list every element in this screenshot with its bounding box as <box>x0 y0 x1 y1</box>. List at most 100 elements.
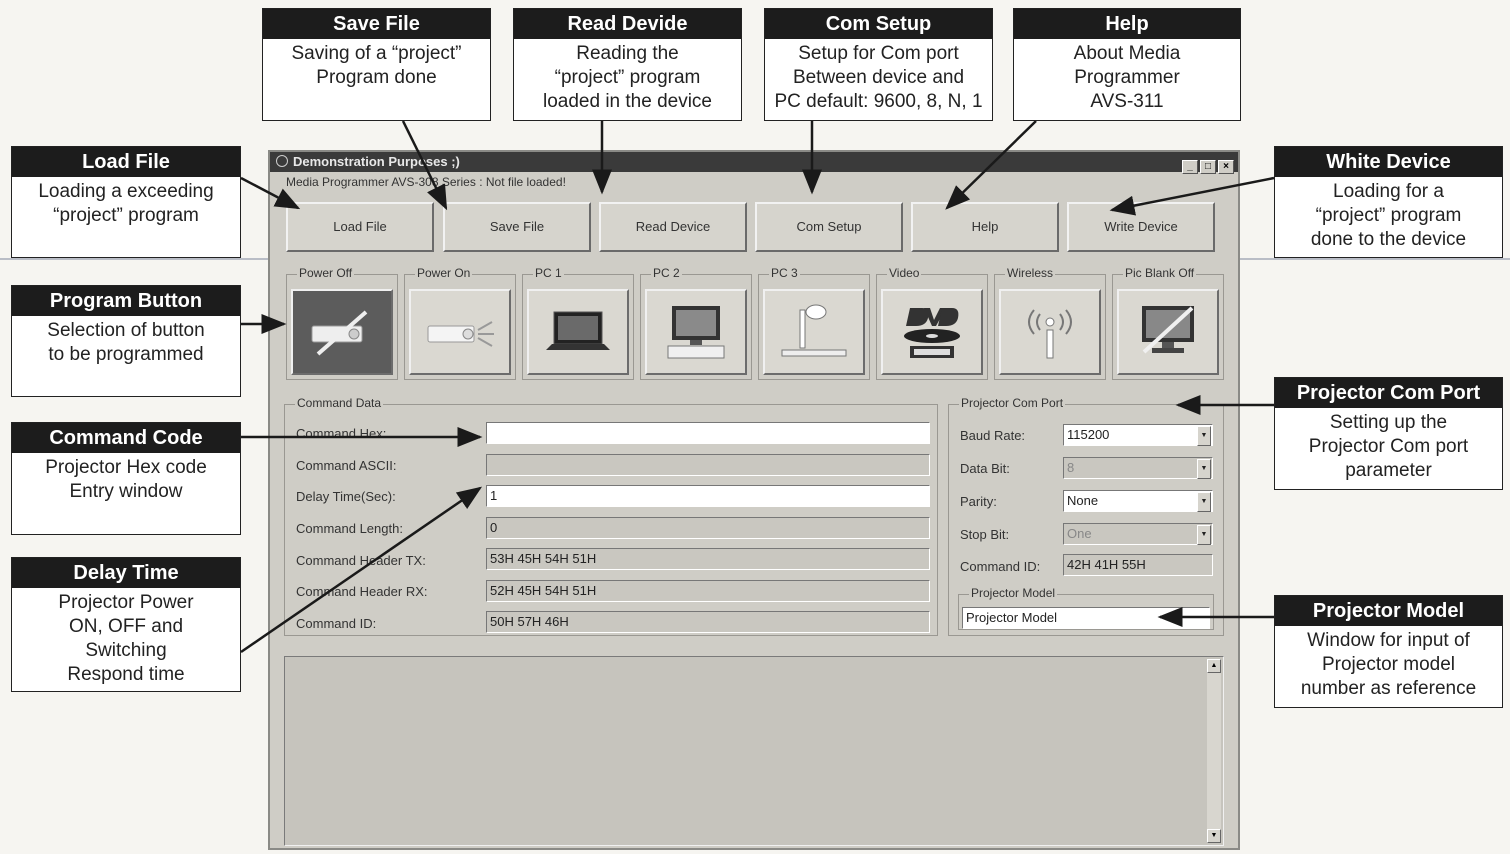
stop-bit-select[interactable]: One ▼ <box>1063 523 1213 545</box>
desktop-pc-icon <box>667 306 725 359</box>
dropdown-arrow-icon[interactable]: ▼ <box>1197 459 1211 479</box>
program-button-wireless[interactable] <box>999 289 1101 375</box>
callout-body: Loading a exceeding “project” program <box>38 181 214 226</box>
status-text: Media Programmer AVS-308 Series : Not fi… <box>286 175 566 189</box>
maximize-button[interactable]: □ <box>1200 160 1216 174</box>
callout-title: Projector Com Port <box>1275 378 1502 408</box>
scroll-down-icon[interactable]: ▼ <box>1207 829 1221 843</box>
stop-bit-value: One <box>1067 526 1092 541</box>
callout-load-file: Load File Loading a exceeding “project” … <box>11 146 241 258</box>
callout-projector-model: Projector Model Window for input of Proj… <box>1274 595 1503 708</box>
command-hex-label: Command Hex: <box>296 426 387 441</box>
monitor-off-icon <box>1142 306 1194 354</box>
callout-save-file: Save File Saving of a “project” Program … <box>262 8 491 121</box>
command-header-tx-label: Command Header TX: <box>296 553 426 568</box>
load-file-button[interactable]: Load File <box>286 202 434 252</box>
program-label: Pic Blank Off <box>1123 266 1197 280</box>
program-button-video[interactable] <box>881 289 983 375</box>
dropdown-arrow-icon[interactable]: ▼ <box>1197 426 1211 446</box>
command-length-field: 0 <box>486 517 930 539</box>
parity-select[interactable]: None ▼ <box>1063 490 1213 512</box>
callout-write-device: White Device Loading for a “project” pro… <box>1274 146 1503 258</box>
program-button-pc1[interactable] <box>527 289 629 375</box>
callout-title: Program Button <box>12 286 240 316</box>
projector-off-icon <box>311 310 368 356</box>
stop-bit-label: Stop Bit: <box>960 527 1010 542</box>
command-hex-input[interactable] <box>486 422 930 444</box>
command-length-label: Command Length: <box>296 521 403 536</box>
program-label: Video <box>887 266 922 280</box>
data-bit-value: 8 <box>1067 460 1075 475</box>
program-button-pc3[interactable] <box>763 289 865 375</box>
projector-model-title: Projector Model <box>969 586 1058 600</box>
command-ascii-label: Command ASCII: <box>296 458 397 473</box>
help-button[interactable]: Help <box>911 202 1059 252</box>
app-icon <box>276 155 288 167</box>
write-device-button[interactable]: Write Device <box>1067 202 1215 252</box>
program-label: PC 3 <box>769 266 800 280</box>
projector-model-input[interactable]: Projector Model <box>962 607 1210 629</box>
program-group-power-on: Power On <box>404 266 516 380</box>
command-data-title: Command Data <box>295 396 384 410</box>
delay-time-input[interactable]: 1 <box>486 485 930 507</box>
dropdown-arrow-icon[interactable]: ▼ <box>1197 525 1211 545</box>
parity-value: None <box>1067 493 1099 508</box>
command-id-label: Command ID: <box>296 616 377 631</box>
com-setup-button[interactable]: Com Setup <box>755 202 903 252</box>
data-bit-select[interactable]: 8 ▼ <box>1063 457 1213 479</box>
document-camera-icon <box>781 304 847 357</box>
program-label: Power On <box>415 266 473 280</box>
com-command-id-field: 42H 41H 55H <box>1063 554 1213 576</box>
command-id-field: 50H 57H 46H <box>486 611 930 633</box>
close-button[interactable]: × <box>1218 160 1234 174</box>
command-header-rx-label: Command Header RX: <box>296 584 428 599</box>
program-group-video: Video <box>876 266 988 380</box>
media-programmer-window: Demonstration Purposes ;) _ □ × Media Prog… <box>268 150 1240 850</box>
log-scrollbar[interactable]: ▲ ▼ <box>1207 659 1221 843</box>
callout-body: Reading the “project” program loaded in … <box>542 43 712 112</box>
dvd-video-icon <box>904 308 960 358</box>
window-title: Demonstration Purposes ;) <box>293 154 460 169</box>
callout-title: Save File <box>263 9 490 39</box>
callout-body: Saving of a “project” Program done <box>291 43 462 88</box>
projector-on-icon <box>427 321 494 347</box>
program-group-power-off: Power Off <box>286 266 398 380</box>
callout-body: About Media Programmer AVS-311 <box>1073 43 1181 112</box>
program-group-wireless: Wireless <box>994 266 1106 380</box>
callout-body: Loading for a “project” program done to … <box>1310 181 1467 250</box>
program-button-pc2[interactable] <box>645 289 747 375</box>
program-label: Wireless <box>1005 266 1056 280</box>
callout-body: Setting up the Projector Com port parame… <box>1308 412 1469 481</box>
callout-title: Projector Model <box>1275 596 1502 626</box>
dropdown-arrow-icon[interactable]: ▼ <box>1197 492 1211 512</box>
wireless-icon <box>1028 309 1072 359</box>
save-file-button[interactable]: Save File <box>443 202 591 252</box>
callout-body: Projector Power ON, OFF and Switching Re… <box>58 592 194 685</box>
callout-title: Com Setup <box>765 9 992 39</box>
delay-time-label: Delay Time(Sec): <box>296 489 396 504</box>
program-button-pic-blank-off[interactable] <box>1117 289 1219 375</box>
callout-body: Selection of button to be programmed <box>47 320 205 365</box>
callout-title: White Device <box>1275 147 1502 177</box>
baud-rate-select[interactable]: 115200 ▼ <box>1063 424 1213 446</box>
log-output-area[interactable]: ▲ ▼ <box>284 656 1224 846</box>
callout-body: Setup for Com port Between device and PC… <box>774 43 983 112</box>
callout-title: Read Devide <box>514 9 741 39</box>
program-group-pc1: PC 1 <box>522 266 634 380</box>
program-group-pc3: PC 3 <box>758 266 870 380</box>
program-button-power-on[interactable] <box>409 289 511 375</box>
program-label: PC 2 <box>651 266 682 280</box>
callout-title: Help <box>1014 9 1240 39</box>
scroll-up-icon[interactable]: ▲ <box>1207 659 1221 673</box>
callout-help: Help About Media Programmer AVS-311 <box>1013 8 1241 121</box>
read-device-button[interactable]: Read Device <box>599 202 747 252</box>
parity-label: Parity: <box>960 494 997 509</box>
callout-delay-time: Delay Time Projector Power ON, OFF and S… <box>11 557 241 692</box>
laptop-icon <box>546 311 610 350</box>
program-button-power-off[interactable] <box>291 289 393 375</box>
callout-program-button: Program Button Selection of button to be… <box>11 285 241 397</box>
program-group-pic-blank-off: Pic Blank Off <box>1112 266 1224 380</box>
baud-rate-label: Baud Rate: <box>960 428 1026 443</box>
callout-title: Load File <box>12 147 240 177</box>
minimize-button[interactable]: _ <box>1182 160 1198 174</box>
